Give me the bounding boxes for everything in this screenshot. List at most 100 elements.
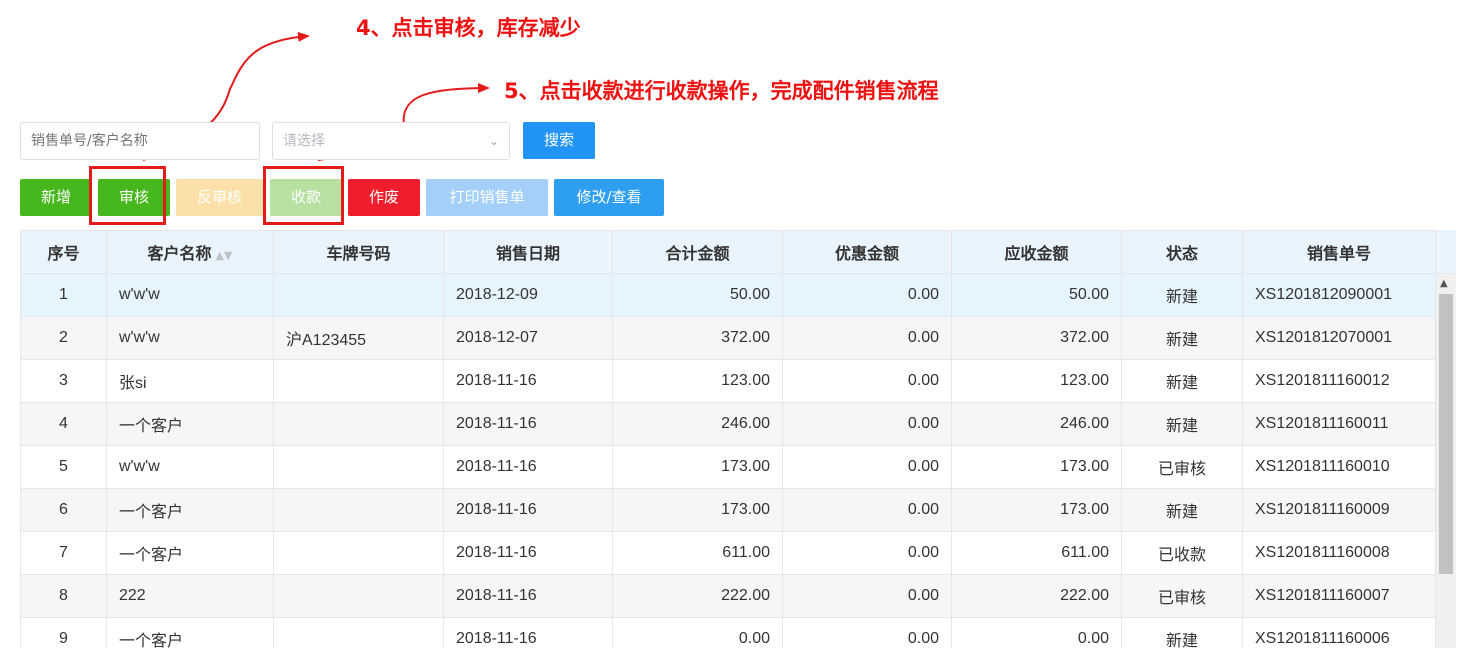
- column-header-total[interactable]: 合计金额: [612, 230, 783, 274]
- status-select[interactable]: 请选择 ⌄: [272, 122, 510, 160]
- cell-order-no: XS1201812090001: [1242, 273, 1436, 317]
- cell-customer: 一个客户: [106, 402, 274, 446]
- cell-index: 6: [20, 488, 107, 532]
- cell-status: 新建: [1121, 402, 1243, 446]
- column-header-date[interactable]: 销售日期: [443, 230, 613, 274]
- cell-index: 1: [20, 273, 107, 317]
- cell-index: 9: [20, 617, 107, 648]
- cell-total: 222.00: [612, 574, 783, 618]
- cell-order-no: XS1201811160008: [1242, 531, 1436, 575]
- cell-total: 173.00: [612, 488, 783, 532]
- cell-status: 已审核: [1121, 574, 1243, 618]
- cell-receivable: 222.00: [951, 574, 1122, 618]
- cell-index: 8: [20, 574, 107, 618]
- cell-order-no: XS1201811160012: [1242, 359, 1436, 403]
- column-header-index[interactable]: 序号: [20, 230, 107, 274]
- cell-customer: w'w'w: [106, 316, 274, 360]
- cell-order-no: XS1201811160010: [1242, 445, 1436, 489]
- cell-order-no: XS1201812070001: [1242, 316, 1436, 360]
- annotation-step-4: 4、点击审核，库存减少: [356, 16, 581, 40]
- search-button[interactable]: 搜索: [523, 122, 595, 159]
- cell-total: 0.00: [612, 617, 783, 648]
- table-row[interactable]: 9 一个客户 2018-11-16 0.00 0.00 0.00 新建 XS120181116…: [20, 617, 1436, 648]
- cell-discount: 0.00: [782, 359, 952, 403]
- add-button[interactable]: 新增: [20, 179, 92, 216]
- cell-order-no: XS1201811160009: [1242, 488, 1436, 532]
- cell-date: 2018-11-16: [443, 531, 613, 575]
- column-header-order-no[interactable]: 销售单号: [1242, 230, 1436, 274]
- cell-plate: [273, 359, 444, 403]
- print-sales-order-button[interactable]: 打印销售单: [426, 179, 548, 216]
- table-row[interactable]: 8 222 2018-11-16 222.00 0.00 222.00 已审核 XS12018…: [20, 574, 1436, 618]
- cell-index: 5: [20, 445, 107, 489]
- cell-date: 2018-11-16: [443, 445, 613, 489]
- cell-plate: [273, 617, 444, 648]
- cell-receivable: 611.00: [951, 531, 1122, 575]
- cell-discount: 0.00: [782, 273, 952, 317]
- cell-status: 新建: [1121, 488, 1243, 532]
- cell-discount: 0.00: [782, 402, 952, 446]
- cell-date: 2018-11-16: [443, 488, 613, 532]
- column-header-receivable[interactable]: 应收金额: [951, 230, 1122, 274]
- unaudit-button[interactable]: 反审核: [176, 179, 263, 216]
- table-row[interactable]: 1 w'w'w 2018-12-09 50.00 0.00 50.00 新建 XS120181…: [20, 273, 1436, 317]
- cell-customer: 一个客户: [106, 488, 274, 532]
- cell-status: 新建: [1121, 316, 1243, 360]
- cell-receivable: 123.00: [951, 359, 1122, 403]
- edit-view-button[interactable]: 修改/查看: [554, 179, 664, 216]
- cell-date: 2018-12-09: [443, 273, 613, 317]
- column-header-plate[interactable]: 车牌号码: [273, 230, 444, 274]
- void-button[interactable]: 作废: [348, 179, 420, 216]
- cell-plate: [273, 402, 444, 446]
- table-scrollbar[interactable]: ▲: [1435, 230, 1456, 648]
- highlight-box-audit: [89, 166, 166, 225]
- cell-receivable: 173.00: [951, 445, 1122, 489]
- table-row[interactable]: 7 一个客户 2018-11-16 611.00 0.00 611.00 已收款 XS1201…: [20, 531, 1436, 575]
- cell-discount: 0.00: [782, 316, 952, 360]
- table-row[interactable]: 5 w'w'w 2018-11-16 173.00 0.00 173.00 已审核 XS120…: [20, 445, 1436, 489]
- cell-discount: 0.00: [782, 488, 952, 532]
- sort-icon[interactable]: ▲▼: [216, 249, 233, 262]
- column-header-customer[interactable]: 客户名称 ▲▼: [106, 230, 274, 274]
- cell-discount: 0.00: [782, 617, 952, 648]
- sales-order-table: 序号 客户名称 ▲▼ 车牌号码 销售日期 合计金额 优惠金额 应收金额 状态 销售…: [20, 230, 1456, 648]
- table-header-row: 序号 客户名称 ▲▼ 车牌号码 销售日期 合计金额 优惠金额 应收金额 状态 销售…: [20, 230, 1436, 274]
- cell-date: 2018-11-16: [443, 617, 613, 648]
- cell-customer: w'w'w: [106, 445, 274, 489]
- cell-customer: w'w'w: [106, 273, 274, 317]
- cell-customer: 222: [106, 574, 274, 618]
- cell-plate: 沪A123455: [273, 316, 444, 360]
- column-header-customer-label: 客户名称: [147, 244, 212, 263]
- cell-total: 123.00: [612, 359, 783, 403]
- cell-receivable: 0.00: [951, 617, 1122, 648]
- cell-customer: 一个客户: [106, 617, 274, 648]
- table-row[interactable]: 6 一个客户 2018-11-16 173.00 0.00 173.00 新建 XS12018…: [20, 488, 1436, 532]
- cell-plate: [273, 273, 444, 317]
- scrollbar-thumb[interactable]: [1439, 294, 1453, 574]
- column-header-status[interactable]: 状态: [1121, 230, 1243, 274]
- cell-status: 已审核: [1121, 445, 1243, 489]
- cell-plate: [273, 574, 444, 618]
- cell-index: 2: [20, 316, 107, 360]
- search-input[interactable]: [20, 122, 260, 160]
- column-header-discount[interactable]: 优惠金额: [782, 230, 952, 274]
- scrollbar-header-cell: [1436, 230, 1456, 274]
- cell-date: 2018-11-16: [443, 402, 613, 446]
- table-row[interactable]: 2 w'w'w 沪A123455 2018-12-07 372.00 0.00 372.00…: [20, 316, 1436, 360]
- cell-date: 2018-12-07: [443, 316, 613, 360]
- table-row[interactable]: 3 张si 2018-11-16 123.00 0.00 123.00 新建 XS120181…: [20, 359, 1436, 403]
- cell-plate: [273, 531, 444, 575]
- cell-date: 2018-11-16: [443, 574, 613, 618]
- annotation-step-5: 5、点击收款进行收款操作，完成配件销售流程: [504, 79, 939, 103]
- cell-receivable: 246.00: [951, 402, 1122, 446]
- cell-plate: [273, 445, 444, 489]
- cell-order-no: XS1201811160007: [1242, 574, 1436, 618]
- cell-receivable: 372.00: [951, 316, 1122, 360]
- cell-status: 新建: [1121, 273, 1243, 317]
- cell-discount: 0.00: [782, 445, 952, 489]
- cell-index: 3: [20, 359, 107, 403]
- table-row[interactable]: 4 一个客户 2018-11-16 246.00 0.00 246.00 新建 XS12018…: [20, 402, 1436, 446]
- scroll-up-arrow-icon[interactable]: ▲: [1440, 278, 1448, 289]
- cell-total: 246.00: [612, 402, 783, 446]
- cell-total: 611.00: [612, 531, 783, 575]
